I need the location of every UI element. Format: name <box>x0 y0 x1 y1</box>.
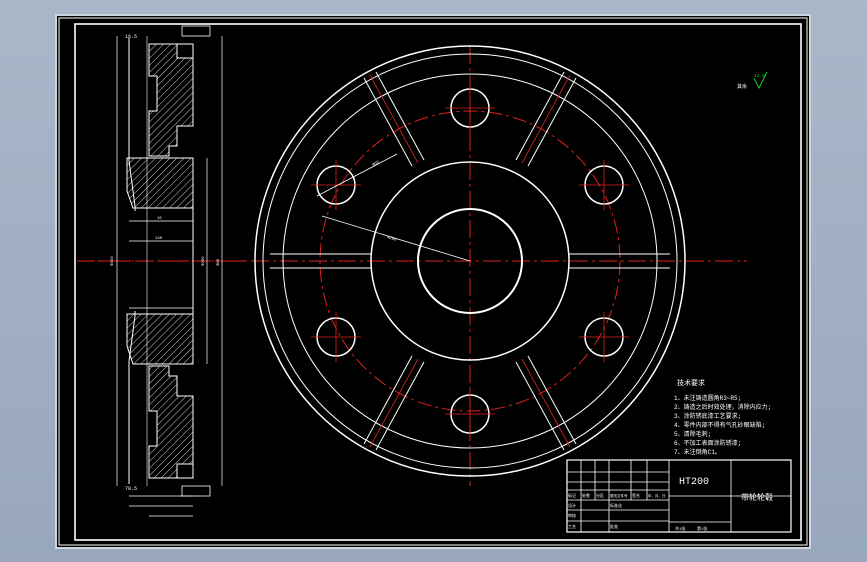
tech-item: 2、铸造之后时效处理，消除内应力; <box>674 403 771 411</box>
dim-radial-a: Φ55 <box>372 160 381 168</box>
dim-side-bottom: 78.5 <box>125 486 137 492</box>
tech-item: 5、清除毛刺; <box>674 430 711 438</box>
tech-item: 4、零件内部不得有气孔砂眼缺陷; <box>674 421 765 429</box>
drawing-canvas[interactable]: Φ55 Φ280 16.5 78.5 15 130 Φ450 Φ280 Φ90 … <box>57 16 809 547</box>
dim-side-w2: 130 <box>155 237 163 241</box>
leader-line <box>316 153 398 197</box>
tb-date: 年、月、日 <box>648 493 666 499</box>
tech-item: 1、未注铸造圆角R3~R5; <box>674 394 741 402</box>
roughness-value: 12.5 <box>754 73 765 79</box>
tech-item: 6、不加工表面涂防锈漆; <box>674 439 741 447</box>
tb-standard: 标准化 <box>610 502 622 509</box>
tb-mark: 标记 <box>568 492 576 499</box>
cad-viewport[interactable]: Φ55 Φ280 16.5 78.5 15 130 Φ450 Φ280 Φ90 … <box>55 14 811 549</box>
material-code: HT200 <box>679 477 709 488</box>
tech-title: 技术要求 <box>677 378 705 388</box>
hub-section-lower <box>126 313 194 365</box>
roughness-label: 其余 <box>737 83 747 90</box>
tb-zone: 分区 <box>596 492 604 499</box>
tech-requirements: 技术要求 1、未注铸造圆角R3~R5; 2、铸造之后时效处理，消除内应力; 3、… <box>674 378 771 456</box>
tech-item: 7、未注倒角C1。 <box>674 448 721 456</box>
tb-sheet-number: 第1张 <box>697 525 707 532</box>
part-name: 带轮轮毂 <box>741 492 773 503</box>
tb-change-doc: 更改文件号 <box>610 493 628 499</box>
tb-sheets-total: 共1张 <box>675 525 685 532</box>
hub-section-upper <box>126 157 194 209</box>
rim-section-lower <box>148 365 194 479</box>
dim-side-d2: Φ280 <box>201 256 206 266</box>
tb-review: 审核 <box>568 512 576 519</box>
tech-item: 3、涂防锈底漆工艺要求; <box>674 412 741 420</box>
dim-side-top: 16.5 <box>125 34 137 40</box>
tb-design: 设计 <box>568 502 576 509</box>
tb-count: 处数 <box>582 492 590 499</box>
tb-process: 工艺 <box>568 524 576 530</box>
tb-sign: 签名 <box>632 492 640 499</box>
side-section-view: 16.5 78.5 15 130 Φ450 Φ280 Φ90 <box>97 25 247 517</box>
title-block-text: 标记 处数 分区 更改文件号 签名 年、月、日 设计 标准化 审核 工艺 批准 … <box>568 477 773 532</box>
dim-side-w1: 15 <box>157 217 162 221</box>
dim-radial-b: Φ280 <box>386 235 397 243</box>
dim-side-mid: Φ90 <box>216 258 221 266</box>
dim-side-d1: Φ450 <box>110 256 115 266</box>
roughness-symbol: 其余 12.5 <box>737 71 768 90</box>
tb-approve: 批准 <box>610 523 618 530</box>
rim-section-upper <box>148 43 194 157</box>
